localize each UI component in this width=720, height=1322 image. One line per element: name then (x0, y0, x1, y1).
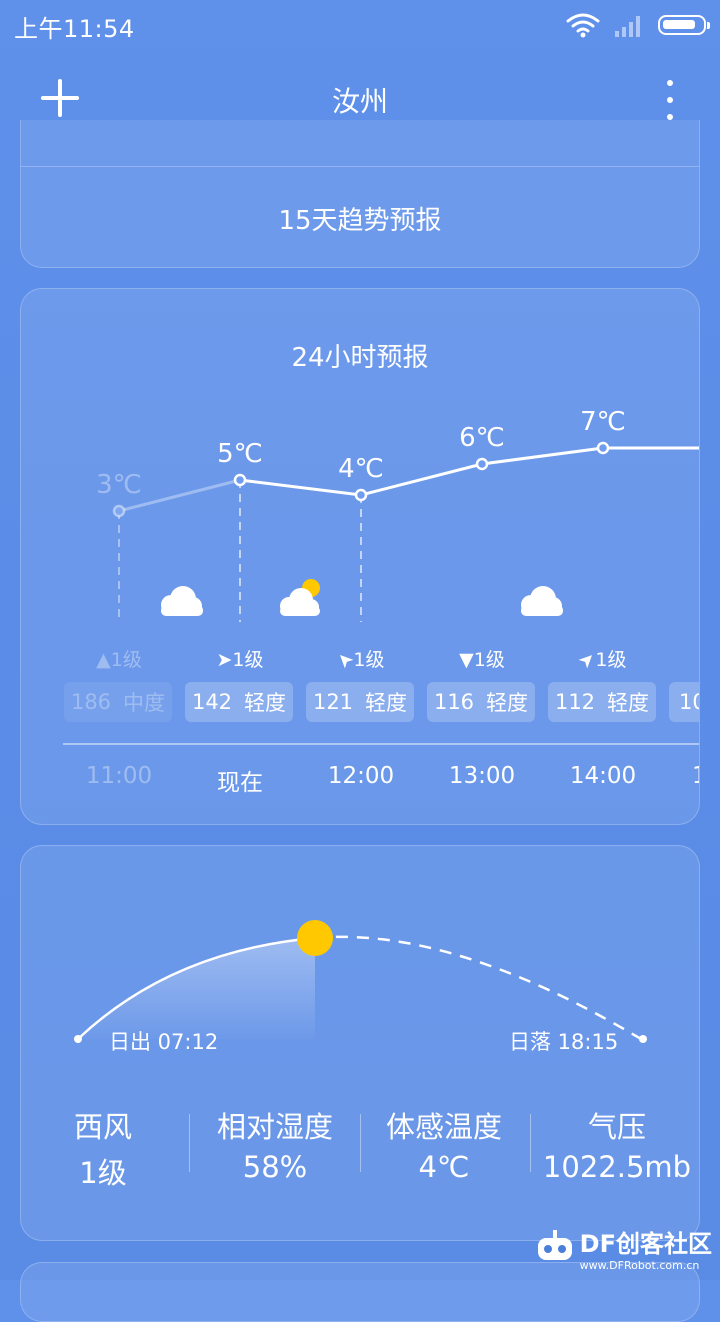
detail-pressure: 气压 1022.5mb (542, 1110, 692, 1184)
aqi-badge: 186 中度 (64, 682, 172, 722)
temp-point-0 (112, 504, 126, 518)
sunrise-label: 日出 07:12 (109, 1030, 219, 1054)
sun-details-card: 日出 07:12 日落 18:15 西风 1级 相对湿度 58% 体感温度 4℃… (20, 845, 700, 1241)
hour-label: 12:00 (327, 763, 395, 789)
wind-item: ➤1级 (216, 649, 264, 671)
temp-label-0: 3℃ (96, 470, 142, 500)
wind-arrow-icon: ➤ (216, 649, 233, 671)
detail-wind: 西风 1级 (73, 1110, 132, 1190)
more-vertical-icon[interactable] (660, 80, 680, 120)
aqi-badge: 121 轻度 (306, 682, 414, 722)
wind-item: ▼1级 (459, 649, 505, 671)
sunset-label: 日落 18:15 (509, 1030, 619, 1054)
aqi-badge: 112 轻度 (548, 682, 656, 722)
cloudy-icon (521, 586, 563, 616)
hourly-chart[interactable]: 3℃ 5℃ 4℃ 6℃ 7℃ (21, 289, 700, 825)
temp-label-3: 6℃ (459, 423, 505, 453)
wind-item: ➤1级 (574, 646, 627, 674)
temp-point-4 (596, 441, 610, 455)
wind-item: ➤1级 (332, 646, 385, 674)
detail-humidity: 相对湿度 58% (216, 1110, 333, 1184)
temp-label-4: 7℃ (580, 407, 626, 437)
detail-separator (189, 1114, 190, 1172)
robot-logo-icon (537, 1230, 572, 1260)
battery-icon (658, 15, 710, 35)
detail-feels-like: 体感温度 4℃ (385, 1110, 502, 1184)
status-time: 上午11:54 (14, 15, 135, 43)
status-icons (566, 10, 710, 40)
aqi-badge: 10 (669, 682, 699, 722)
signal-icon (615, 16, 640, 37)
wind-arrow-icon: ▲ (96, 649, 111, 671)
card-divider (21, 166, 699, 167)
trend-forecast-label[interactable]: 15天趋势预报 (21, 200, 699, 237)
city-title: 汝州 (331, 85, 388, 118)
aqi-badge: 142 轻度 (185, 682, 293, 722)
trend-forecast-card[interactable]: 15天趋势预报 (20, 120, 700, 268)
sun-icon (297, 920, 333, 956)
temp-point-3 (475, 457, 489, 471)
watermark-url: www.DFRobot.com.cn (579, 1259, 700, 1272)
watermark-brand: DF创客社区 (579, 1230, 712, 1258)
temp-point-2 (354, 488, 368, 502)
hour-label: 13:00 (448, 763, 516, 789)
aqi-badge: 116 轻度 (427, 682, 535, 722)
watermark: DF创客社区 www.DFRobot.com.cn (534, 1224, 712, 1272)
time-separator (63, 743, 699, 745)
hour-label: 11:00 (85, 763, 153, 789)
wind-arrow-icon: ▼ (459, 649, 474, 671)
hour-label: 1 (664, 763, 699, 789)
detail-separator (360, 1114, 361, 1172)
hourly-forecast-card: 24小时预报 3℃ 5℃ 4℃ 6℃ 7℃ ▲1级 ➤1级 ➤1级 ▼1级 ➤1… (20, 288, 700, 825)
status-bar: 上午11:54 (0, 0, 720, 52)
temp-point-1 (233, 473, 247, 487)
partly-sunny-icon (280, 579, 320, 616)
temp-label-1: 5℃ (217, 439, 263, 469)
wifi-icon (566, 13, 600, 38)
temp-label-2: 4℃ (338, 454, 384, 484)
hour-label: 14:00 (569, 763, 637, 789)
hour-label: 现在 (217, 770, 263, 796)
cloudy-icon (161, 586, 203, 616)
wind-item: ▲1级 (96, 649, 142, 671)
detail-separator (530, 1114, 531, 1172)
